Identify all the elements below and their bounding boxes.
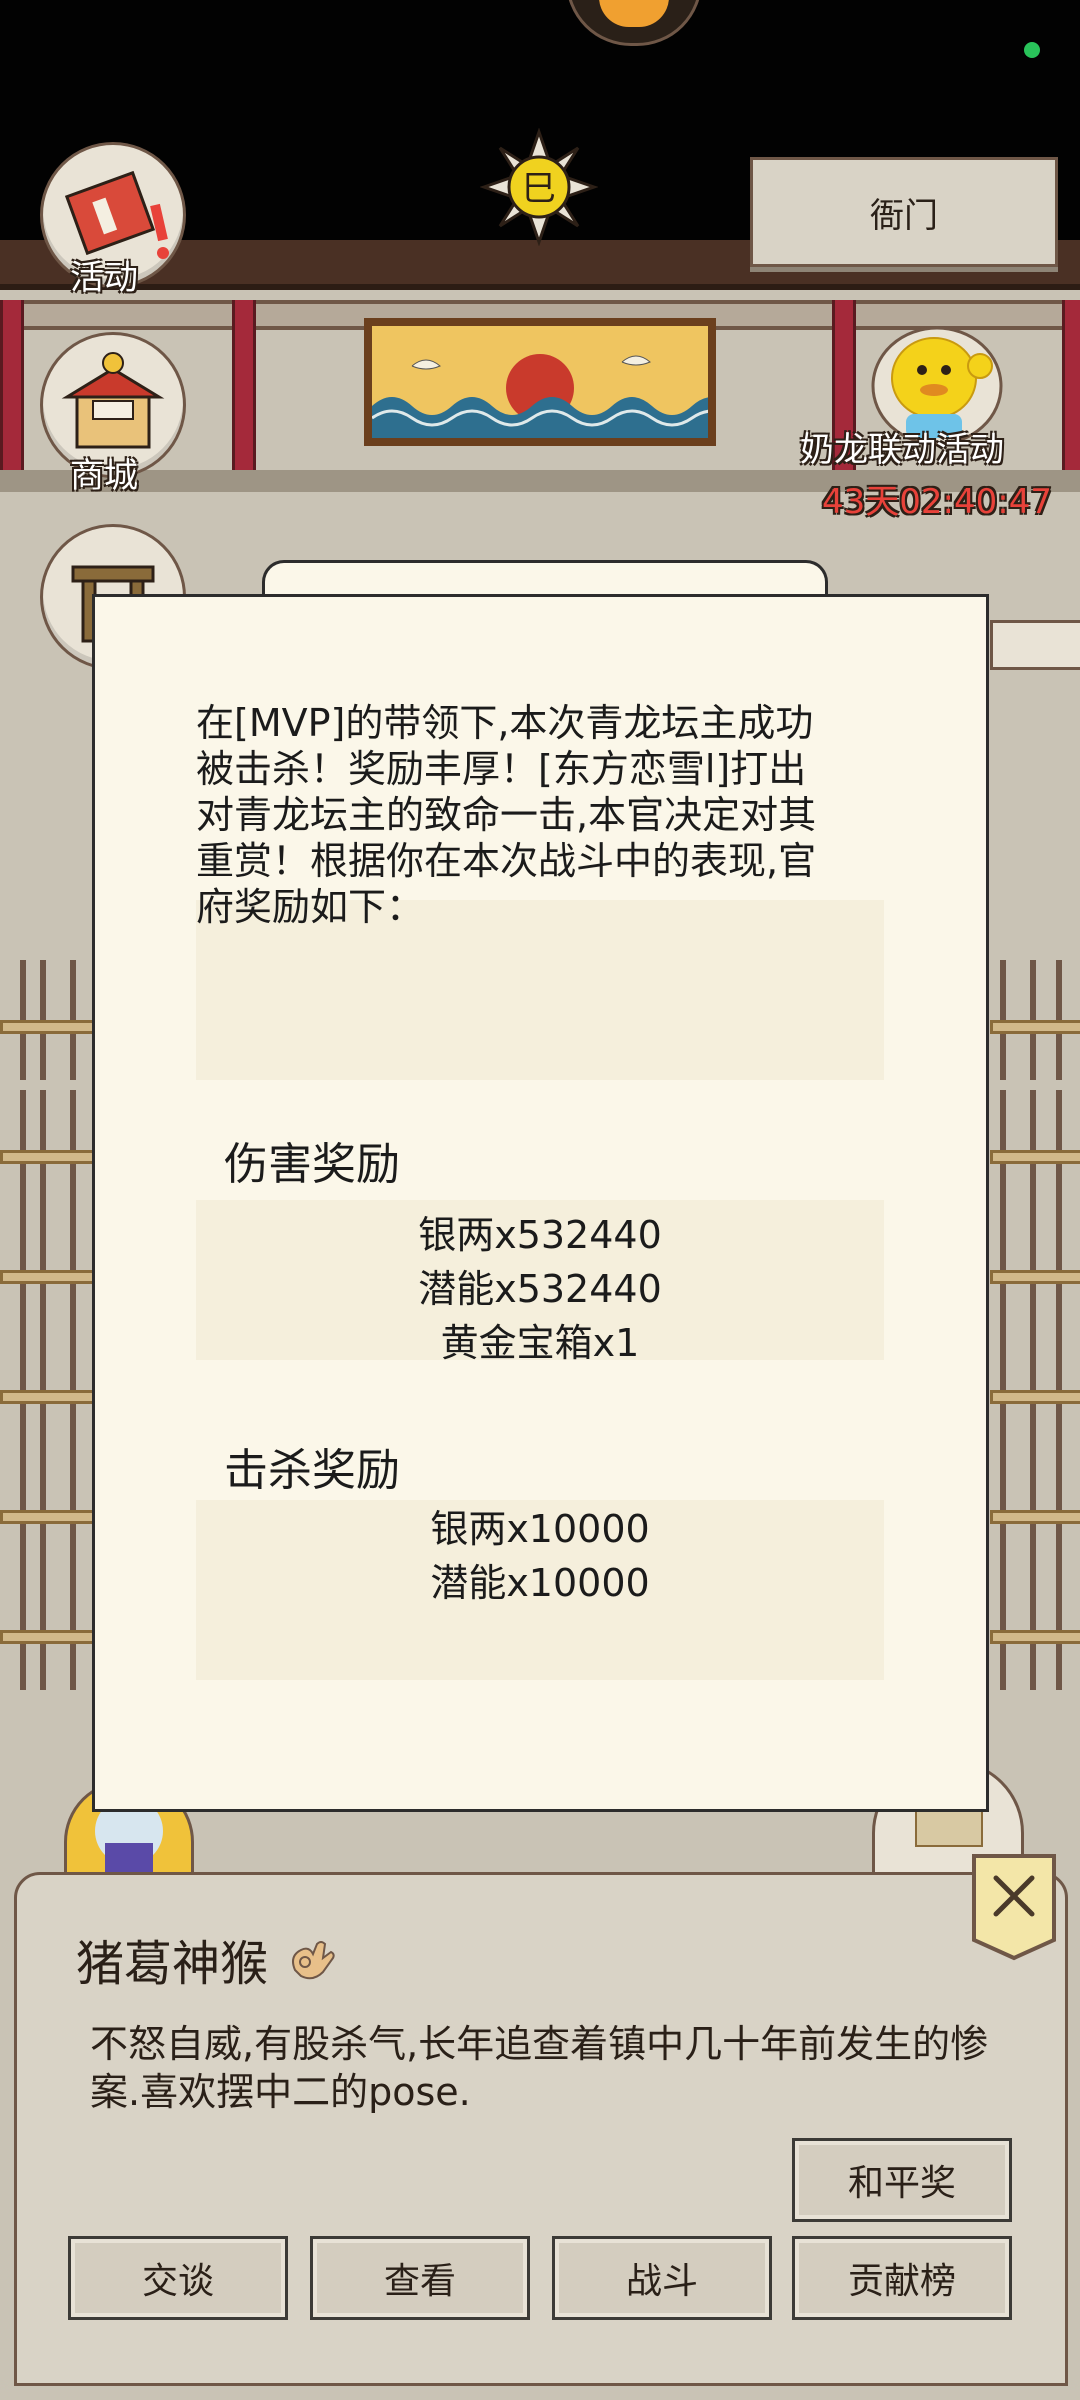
npc-name: 猪葛神猴	[76, 1924, 337, 1994]
damage-reward-item: 黄金宝箱x1	[440, 1321, 640, 1365]
event-name: 奶龙联动活动	[800, 430, 1004, 470]
weapon-rack-left	[0, 1570, 96, 1690]
activity-label: 活动	[70, 258, 138, 298]
weapon-rack-left	[0, 1450, 96, 1570]
reward-message: 在[MVP]的带领下,本次青龙坛主成功 被击杀！奖励丰厚！[东方恋雪l]打出 对…	[196, 701, 817, 929]
weapon-rack-left	[0, 960, 96, 1080]
weapon-rack-left	[0, 1330, 96, 1450]
npc-description: 不怒自威,有股杀气,长年追查着镇中几十年前发生的惨案.喜欢摆中二的pose.	[90, 2022, 989, 2114]
pillar	[1062, 300, 1080, 470]
pillar	[232, 300, 256, 470]
sun-medallion-icon[interactable]: 巳	[479, 127, 599, 247]
weapon-rack-right	[990, 1210, 1080, 1330]
shop-label: 商城	[70, 456, 138, 496]
weapon-rack-left	[0, 1090, 96, 1210]
status-dot	[1024, 42, 1040, 58]
contribution-ranking-button[interactable]: 贡献榜	[792, 2236, 1012, 2320]
weapon-rack-right	[990, 1450, 1080, 1570]
weapon-rack-right	[990, 1090, 1080, 1210]
wall-sign	[990, 620, 1080, 670]
damage-reward-item: 银两x532440	[418, 1213, 662, 1257]
kill-reward-title: 击杀奖励	[224, 1445, 400, 1496]
kill-reward-item: 银两x10000	[430, 1507, 650, 1551]
damage-reward-item: 潜能x532440	[418, 1267, 662, 1311]
close-icon	[972, 1854, 1056, 1961]
weapon-rack-right	[990, 1330, 1080, 1450]
pillar	[0, 300, 24, 470]
yamen-button[interactable]: 衙门	[750, 157, 1058, 267]
svg-text:巳: 巳	[522, 169, 556, 209]
talk-button[interactable]: 交谈	[68, 2236, 288, 2320]
event-timer: 43天02:40:47	[822, 482, 1052, 522]
peace-award-button[interactable]: 和平奖	[792, 2138, 1012, 2222]
ok-hand-icon	[292, 1941, 335, 1980]
kill-reward-item: 潜能x10000	[430, 1561, 650, 1605]
weapon-rack-right	[990, 960, 1080, 1080]
close-button[interactable]	[970, 1852, 1058, 1962]
view-button[interactable]: 查看	[310, 2236, 530, 2320]
damage-reward-title: 伤害奖励	[224, 1139, 400, 1190]
fight-button[interactable]: 战斗	[552, 2236, 772, 2320]
npc-name-text: 猪葛神猴	[76, 1936, 269, 1992]
weapon-rack-left	[0, 1210, 96, 1330]
weapon-rack-right	[990, 1570, 1080, 1690]
sun-waves-painting	[364, 318, 716, 446]
